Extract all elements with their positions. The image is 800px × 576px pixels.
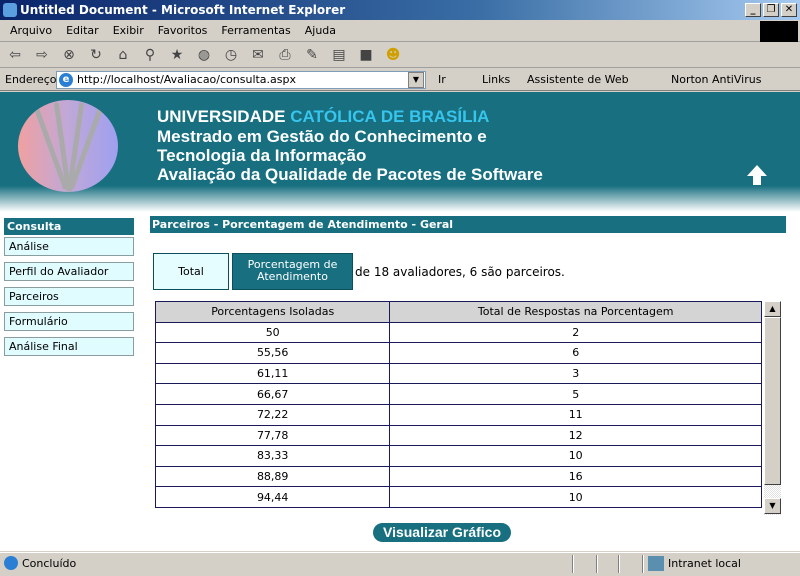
sidebar-item-perfil[interactable]: Perfil do Avaliador [4, 262, 134, 281]
percentage-cell: 72,22 [155, 403, 391, 426]
media-icon[interactable]: ◍ [195, 46, 213, 64]
address-label: Endereço [5, 73, 57, 86]
total-button[interactable]: Total [153, 253, 229, 290]
sidebar-item-formulario[interactable]: Formulário [4, 312, 134, 331]
messenger-icon[interactable]: ■ [357, 46, 375, 64]
menu-exibir[interactable]: Exibir [106, 24, 151, 37]
divider [642, 555, 644, 573]
banner-line2: Mestrado em Gestão do Conhecimento e [157, 127, 487, 146]
menu-editar[interactable]: Editar [59, 24, 106, 37]
results-table: Porcentagens Isoladas Total de Respostas… [155, 301, 762, 508]
status-text: Concluído [22, 557, 77, 570]
percentage-cell: 50 [155, 321, 391, 344]
scroll-down-button[interactable]: ▼ [764, 498, 781, 514]
menu-arquivo[interactable]: Arquivo [3, 24, 59, 37]
table-row: 50 2 [155, 321, 762, 344]
toolbar: ⇦ ⇨ ⊗ ↻ ⌂ ⚲ ★ ◍ ◷ ✉ ⎙ ✎ ▤ ■ ☻ [0, 43, 800, 68]
go-button[interactable]: Ir [438, 73, 446, 86]
page-icon: e [59, 73, 73, 87]
table-row: 94,44 10 [155, 486, 762, 508]
table-row: 61,11 3 [155, 362, 762, 385]
web-assistant-button[interactable]: Assistente de Web [527, 73, 629, 86]
divider [572, 555, 574, 573]
zone-text: Intranet local [668, 557, 741, 570]
scroll-thumb[interactable] [764, 317, 781, 485]
scroll-up-button[interactable]: ▲ [764, 301, 781, 317]
search-icon[interactable]: ⚲ [141, 46, 159, 64]
results-table-container: Porcentagens Isoladas Total de Respostas… [155, 301, 764, 514]
favorites-icon[interactable]: ★ [168, 46, 186, 64]
menu-favoritos[interactable]: Favoritos [151, 24, 215, 37]
history-icon[interactable]: ◷ [222, 46, 240, 64]
view-chart-button[interactable]: Visualizar Gráfico [373, 523, 511, 542]
minimize-button[interactable]: _ [745, 3, 761, 17]
links-button[interactable]: Links [482, 73, 510, 86]
responses-cell: 5 [389, 383, 762, 405]
back-icon[interactable]: ⇦ [6, 46, 24, 64]
responses-cell: 10 [389, 486, 762, 508]
ie-icon [3, 3, 17, 17]
percentage-button[interactable]: Porcentagem de Atendimento [232, 253, 353, 290]
percentage-cell: 88,89 [155, 465, 391, 488]
section-title: Parceiros - Porcentagem de Atendimento -… [150, 216, 786, 233]
window-title: Untitled Document - Microsoft Internet E… [20, 3, 346, 17]
address-dropdown[interactable]: ▼ [408, 72, 424, 88]
mail-icon[interactable]: ✉ [249, 46, 267, 64]
university-logo [18, 100, 118, 192]
table-row: 83,33 10 [155, 445, 762, 467]
print-icon[interactable]: ⎙ [276, 46, 294, 64]
responses-cell: 2 [389, 321, 762, 344]
intranet-icon [648, 556, 664, 571]
percentage-cell: 94,44 [155, 486, 391, 508]
responses-cell: 6 [389, 342, 762, 364]
divider [596, 555, 598, 573]
menu-ajuda[interactable]: Ajuda [298, 24, 343, 37]
table-row: 55,56 6 [155, 342, 762, 364]
address-input[interactable]: http://localhost/Avaliacao/consulta.aspx [56, 71, 426, 89]
menu-bar: Arquivo Editar Exibir Favoritos Ferramen… [0, 20, 800, 42]
close-button[interactable]: ✕ [781, 3, 797, 17]
edit-icon[interactable]: ✎ [303, 46, 321, 64]
sidebar-item-analise-final[interactable]: Análise Final [4, 337, 134, 356]
home-icon[interactable]: ⌂ [114, 46, 132, 64]
column-header: Total de Respostas na Porcentagem [389, 301, 762, 323]
responses-cell: 12 [389, 424, 762, 447]
forward-icon[interactable]: ⇨ [33, 46, 51, 64]
responses-cell: 11 [389, 403, 762, 426]
smiley-icon[interactable]: ☻ [384, 46, 402, 64]
table-row: 66,67 5 [155, 383, 762, 405]
summary-text: de 18 avaliadores, 6 são parceiros. [355, 265, 565, 279]
title-bar: Untitled Document - Microsoft Internet E… [0, 0, 800, 20]
percentage-cell: 77,78 [155, 424, 391, 447]
table-row: 77,78 12 [155, 424, 762, 447]
restore-button[interactable]: ❐ [763, 3, 779, 17]
norton-antivirus-button[interactable]: Norton AntiVirus [671, 73, 761, 86]
banner-line3: Tecnologia da Informação [157, 146, 367, 165]
percentage-cell: 66,67 [155, 383, 391, 405]
divider [618, 555, 620, 573]
percentage-cell: 55,56 [155, 342, 391, 364]
banner-line4: Avaliação da Qualidade de Pacotes de Sof… [157, 165, 543, 184]
discuss-icon[interactable]: ▤ [330, 46, 348, 64]
windows-logo-icon [760, 21, 798, 42]
percentage-cell: 83,33 [155, 445, 391, 467]
sidebar-item-analise[interactable]: Análise [4, 237, 134, 256]
sidebar-header: Consulta [4, 218, 134, 235]
column-header: Porcentagens Isoladas [155, 301, 391, 323]
stop-icon[interactable]: ⊗ [60, 46, 78, 64]
sidebar-item-parceiros[interactable]: Parceiros [4, 287, 134, 306]
responses-cell: 3 [389, 362, 762, 385]
percentage-cell: 61,11 [155, 362, 391, 385]
refresh-icon[interactable]: ↻ [87, 46, 105, 64]
responses-cell: 16 [389, 465, 762, 488]
banner-university: UNIVERSIDADE CATÓLICA DE BRASÍLIA [157, 107, 490, 126]
page-status-icon [4, 556, 18, 570]
up-arrow-icon[interactable] [746, 164, 768, 186]
table-row: 88,89 16 [155, 465, 762, 488]
menu-ferramentas[interactable]: Ferramentas [214, 24, 297, 37]
table-row: 72,22 11 [155, 403, 762, 426]
responses-cell: 10 [389, 445, 762, 467]
